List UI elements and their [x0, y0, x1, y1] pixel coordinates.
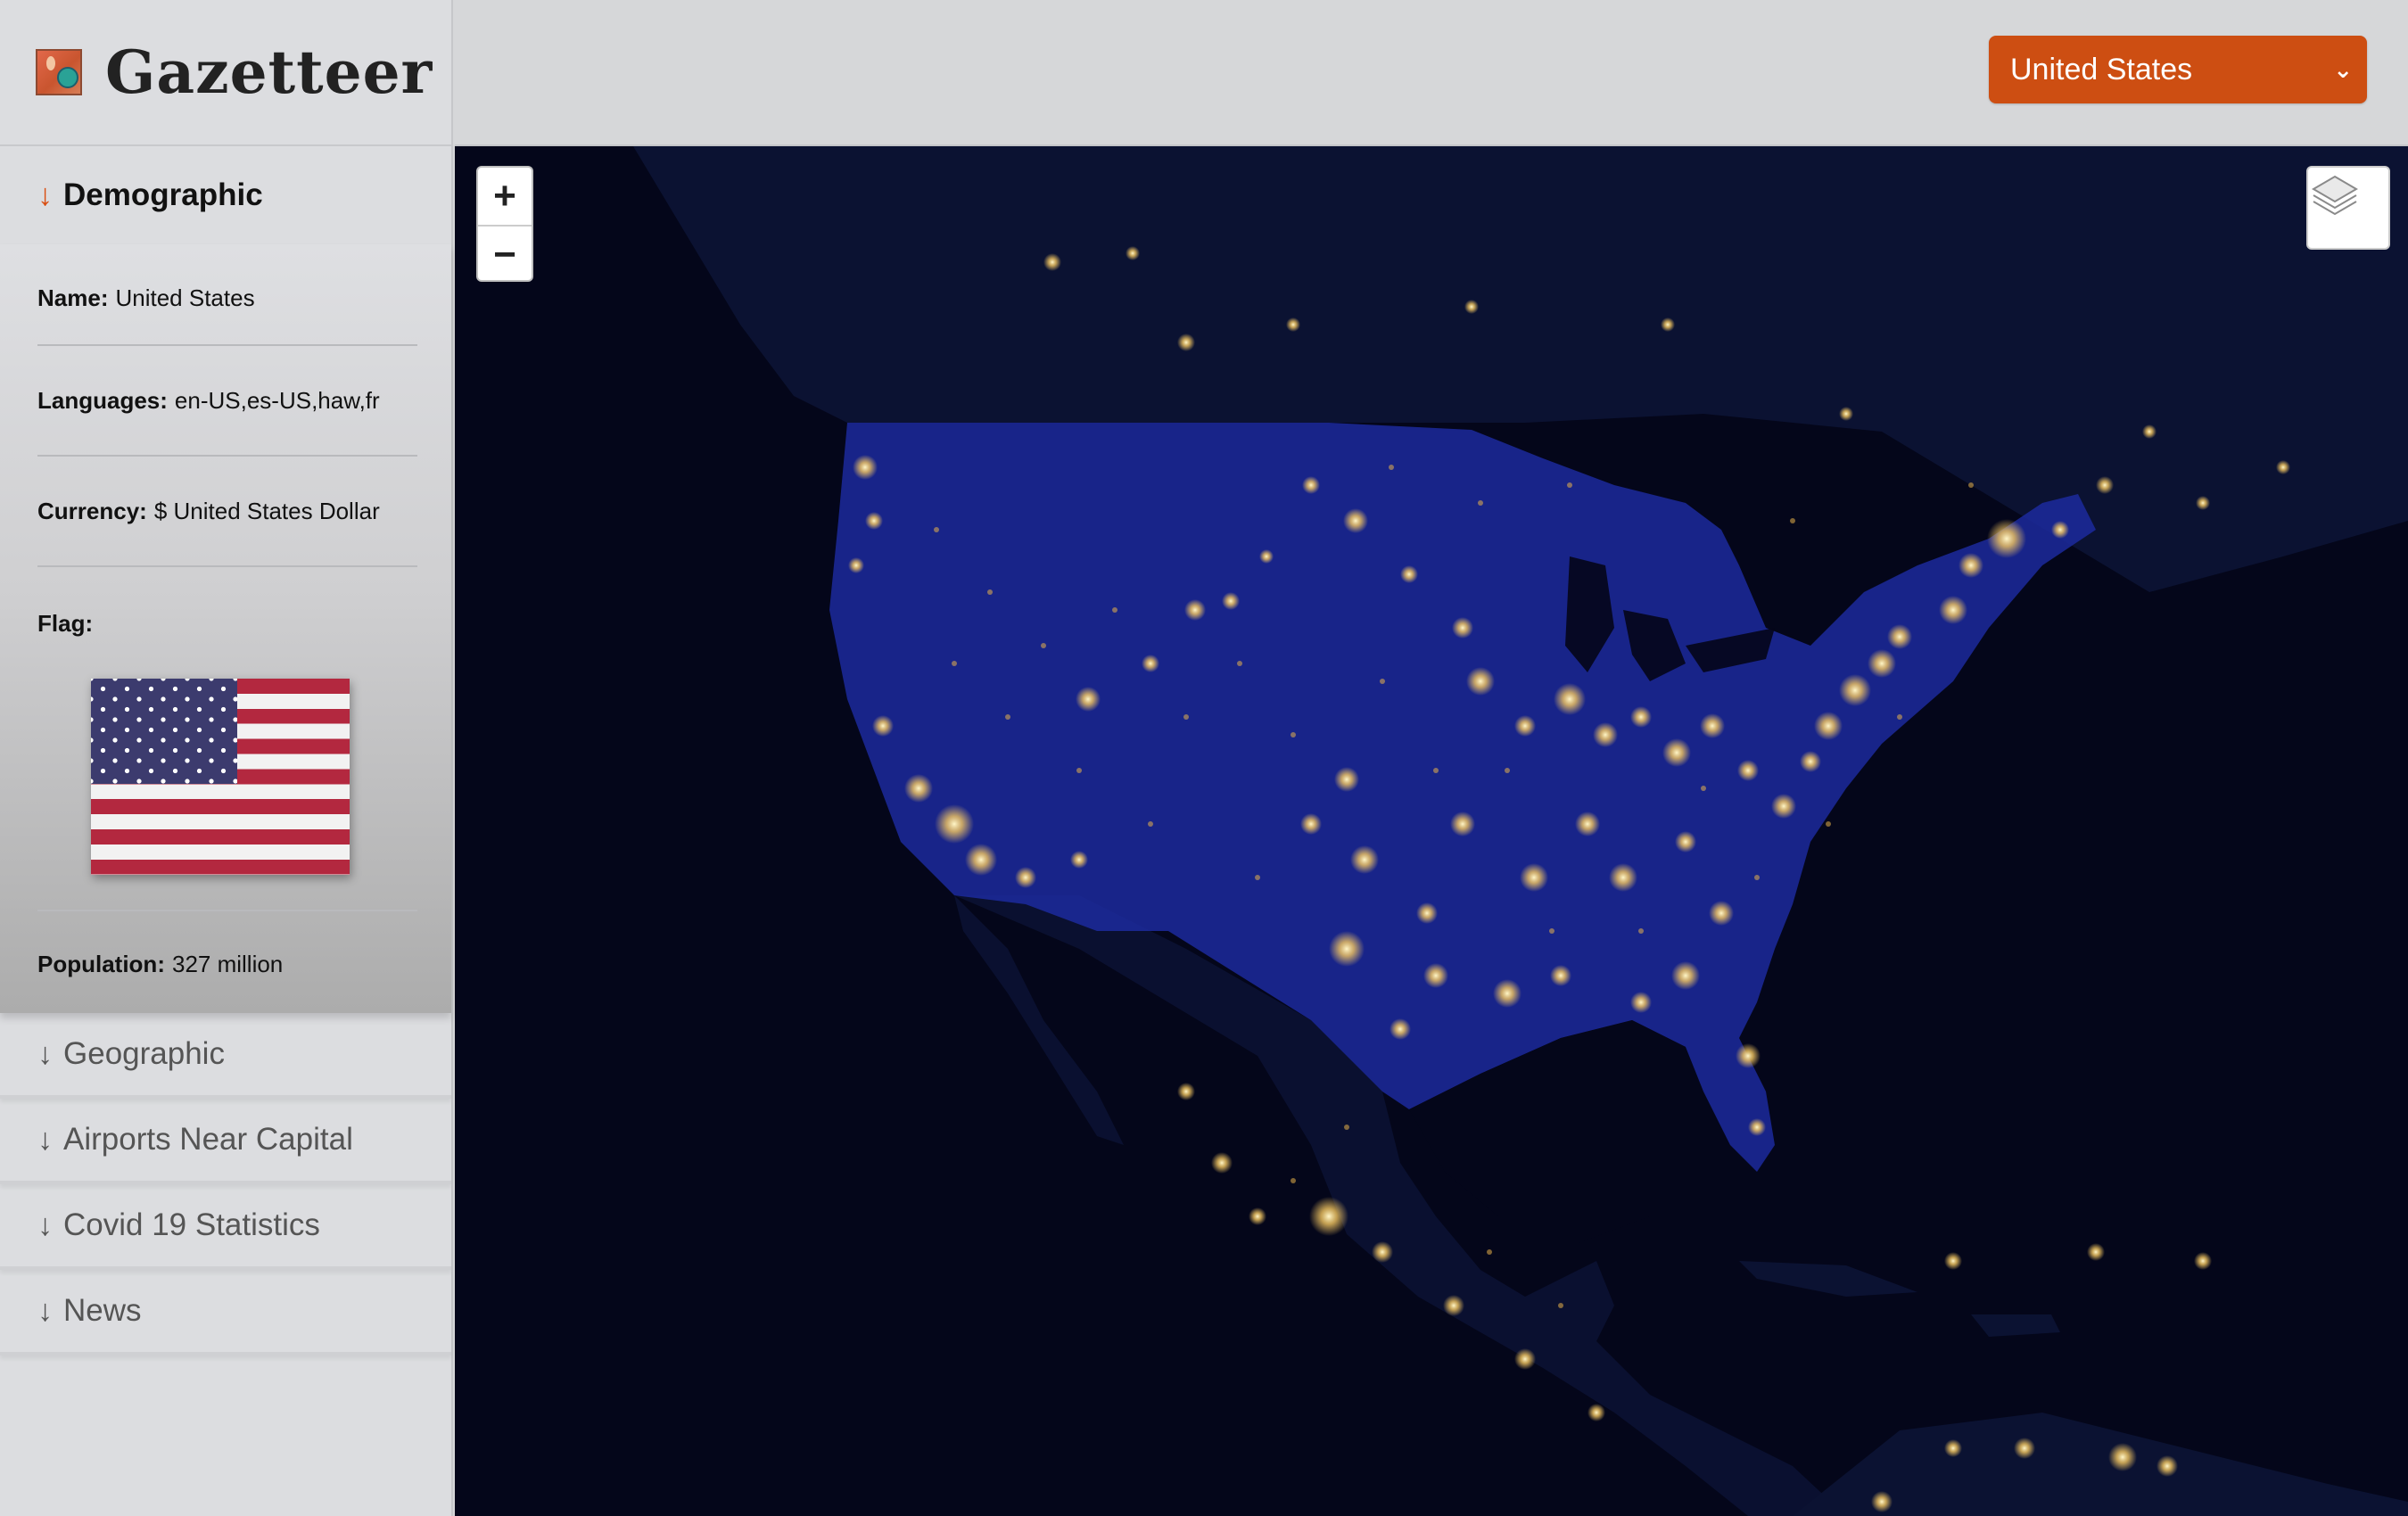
- accordion-label: Airports Near Capital: [63, 1122, 353, 1157]
- field-name: Name: United States: [37, 244, 417, 346]
- field-label: Population:: [37, 950, 165, 977]
- field-flag: Flag:: [37, 567, 417, 911]
- map-view[interactable]: + −: [455, 146, 2408, 1516]
- field-value: 327 million: [171, 950, 284, 977]
- arrow-down-icon: ↓: [37, 1036, 53, 1071]
- chevron-down-icon: ⌄: [2333, 55, 2353, 83]
- field-label: Name:: [37, 284, 109, 311]
- field-value: en-US,es-US,haw,fr: [174, 386, 380, 414]
- accordion-airports[interactable]: ↓ Airports Near Capital: [0, 1099, 451, 1184]
- field-languages: Languages: en-US,es-US,haw,fr: [37, 346, 417, 457]
- field-label: Flag:: [37, 610, 94, 637]
- brand-header: Gazetteer: [0, 0, 451, 146]
- demographic-panel: Name: United States Languages: en-US,es-…: [0, 244, 451, 1013]
- sidebar: Gazetteer ↓ Demographic Name: United Sta…: [0, 0, 453, 1516]
- accordion-label: Demographic: [63, 177, 263, 212]
- arrow-down-icon: ↓: [37, 177, 53, 212]
- field-currency: Currency: $ United States Dollar: [37, 457, 417, 567]
- layers-button[interactable]: [2306, 166, 2390, 250]
- country-select-value: United States: [2010, 52, 2193, 87]
- field-label: Languages:: [37, 386, 168, 414]
- gazetteer-app: Gazetteer ↓ Demographic Name: United Sta…: [0, 0, 2408, 1516]
- zoom-control: + −: [476, 166, 533, 282]
- map-globe-icon: [36, 49, 82, 95]
- field-label: Currency:: [37, 497, 147, 524]
- accordion-label: Geographic: [63, 1036, 225, 1071]
- night-lights-basemap: [455, 146, 2408, 1516]
- accordion-label: News: [63, 1293, 142, 1328]
- country-select[interactable]: United States ⌄: [1989, 36, 2367, 103]
- accordion-geographic[interactable]: ↓ Geographic: [0, 1013, 451, 1099]
- field-population: Population: 327 million: [37, 911, 417, 1013]
- accordion-demographic[interactable]: ↓ Demographic: [0, 146, 451, 244]
- us-flag-image: [91, 679, 350, 875]
- field-value: $ United States Dollar: [153, 497, 380, 524]
- accordion-label: Covid 19 Statistics: [63, 1207, 320, 1242]
- arrow-down-icon: ↓: [37, 1207, 53, 1242]
- accordion-covid[interactable]: ↓ Covid 19 Statistics: [0, 1184, 451, 1270]
- zoom-in-button[interactable]: +: [478, 168, 532, 227]
- arrow-down-icon: ↓: [37, 1122, 53, 1157]
- accordion-news[interactable]: ↓ News: [0, 1270, 451, 1355]
- layers-icon: [2312, 175, 2358, 216]
- top-bar: United States ⌄: [455, 0, 2408, 146]
- field-value: United States: [115, 284, 255, 311]
- app-title: Gazetteer: [105, 37, 433, 107]
- arrow-down-icon: ↓: [37, 1293, 53, 1328]
- zoom-out-button[interactable]: −: [478, 227, 532, 280]
